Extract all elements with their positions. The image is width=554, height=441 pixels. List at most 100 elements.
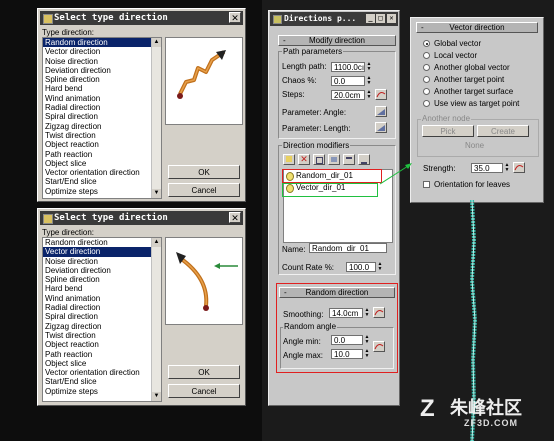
length-path-field[interactable]: 1100.0cı: [331, 62, 365, 72]
vector-option-radio[interactable]: [423, 76, 430, 83]
paste-modifier-button[interactable]: [328, 154, 340, 165]
type-direction-item[interactable]: Zigzag direction: [43, 322, 161, 331]
type-direction-item[interactable]: Start/End slice: [43, 377, 161, 386]
steps-curve-button[interactable]: [375, 89, 387, 100]
type-direction-item[interactable]: Object slice: [43, 359, 161, 368]
angle-max-spinner-icon[interactable]: ▲ ▼: [364, 349, 370, 359]
type-direction-item[interactable]: Random direction: [43, 38, 161, 48]
angle-graph-button[interactable]: [375, 106, 387, 117]
steps-spinner-icon[interactable]: ▲ ▼: [366, 90, 372, 100]
length-spinner-icon[interactable]: ▲ ▼: [366, 62, 372, 72]
vector-option-radio[interactable]: [423, 52, 430, 59]
dialog-1-titlebar[interactable]: Select type direction ✕: [40, 11, 243, 25]
type-direction-item[interactable]: Path reaction: [43, 350, 161, 359]
vector-option-label: Global vector: [434, 39, 482, 48]
scroll-down-arrow-icon[interactable]: ▼: [152, 392, 161, 401]
type-direction-item[interactable]: Spline direction: [43, 275, 161, 284]
move-down-button[interactable]: [358, 154, 370, 165]
random-direction-rollout[interactable]: - Random direction: [279, 287, 395, 298]
angle-max-field[interactable]: 10.0: [331, 349, 363, 359]
type-direction-list[interactable]: Random direction Vector direction Noise di…: [42, 237, 162, 402]
list-scrollbar[interactable]: ▲ ▼: [151, 38, 161, 198]
type-direction-item[interactable]: Optimize steps: [43, 387, 161, 396]
close-button[interactable]: ✕: [229, 12, 241, 23]
angle-min-spinner-icon[interactable]: ▲ ▼: [364, 335, 370, 345]
strength-field[interactable]: 35.0: [471, 163, 503, 173]
directions-titlebar[interactable]: Directions p... _ □ ✕: [270, 12, 398, 26]
smoothing-spinner-icon[interactable]: ▲ ▼: [364, 308, 370, 318]
strength-curve-button[interactable]: [513, 162, 525, 173]
vector-option-radio[interactable]: [423, 88, 430, 95]
type-direction-item[interactable]: Object slice: [43, 159, 161, 168]
length-graph-button[interactable]: [375, 122, 387, 133]
scroll-up-arrow-icon[interactable]: ▲: [152, 238, 161, 247]
count-rate-spinner-icon[interactable]: ▲ ▼: [377, 262, 383, 272]
type-direction-item[interactable]: Wind animation: [43, 294, 161, 303]
close-button[interactable]: ✕: [229, 212, 241, 223]
type-direction-item[interactable]: Noise direction: [43, 257, 161, 266]
angle-min-field[interactable]: 0.0: [331, 335, 363, 345]
rollout-title: Random direction: [305, 288, 369, 297]
none-label: None: [465, 141, 485, 150]
directions-title: Directions p...: [284, 14, 357, 23]
type-direction-item[interactable]: Deviation direction: [43, 66, 161, 75]
maximize-icon[interactable]: □: [376, 14, 385, 23]
type-direction-item[interactable]: Spiral direction: [43, 112, 161, 121]
create-button[interactable]: Create: [477, 125, 529, 137]
type-direction-item[interactable]: Vector orientation direction: [43, 368, 161, 377]
type-direction-item[interactable]: Hard bend: [43, 284, 161, 293]
type-direction-item[interactable]: Optimize steps: [43, 187, 161, 196]
type-direction-item[interactable]: Object reaction: [43, 340, 161, 349]
type-direction-item[interactable]: Wind animation: [43, 94, 161, 103]
modify-direction-rollout[interactable]: - Modify direction: [278, 35, 396, 46]
vector-direction-rollout[interactable]: - Vector direction: [416, 22, 538, 33]
cancel-button[interactable]: Cancel: [168, 384, 240, 398]
steps-field[interactable]: 20.0cm: [331, 90, 365, 100]
chaos-field[interactable]: 0.0: [331, 76, 365, 86]
type-direction-item[interactable]: Radial direction: [43, 303, 161, 312]
type-direction-item[interactable]: Random direction: [43, 238, 161, 247]
type-direction-item[interactable]: Noise direction: [43, 57, 161, 66]
scroll-up-arrow-icon[interactable]: ▲: [152, 38, 161, 47]
vector-option-radio[interactable]: [423, 40, 430, 47]
type-direction-item[interactable]: Vector direction: [43, 247, 161, 257]
copy-modifier-button[interactable]: [313, 154, 325, 165]
type-direction-item[interactable]: Twist direction: [43, 331, 161, 340]
minimize-icon[interactable]: _: [366, 14, 375, 23]
vector-option-radio[interactable]: [423, 64, 430, 71]
angle-curve-button[interactable]: [373, 341, 385, 352]
ok-button[interactable]: OK: [168, 165, 240, 179]
type-direction-item[interactable]: Zigzag direction: [43, 122, 161, 131]
type-direction-item[interactable]: Vector orientation direction: [43, 168, 161, 177]
list-scrollbar[interactable]: ▲ ▼: [151, 238, 161, 401]
highlight-vector-modifier: [282, 183, 378, 197]
type-direction-item[interactable]: Start/End slice: [43, 177, 161, 186]
type-direction-item[interactable]: Radial direction: [43, 103, 161, 112]
type-direction-item[interactable]: Hard bend: [43, 84, 161, 93]
type-direction-item[interactable]: Spiral direction: [43, 312, 161, 321]
cancel-button[interactable]: Cancel: [168, 183, 240, 197]
dialog-2-titlebar[interactable]: Select type direction ✕: [40, 211, 243, 225]
scroll-down-arrow-icon[interactable]: ▼: [152, 189, 161, 198]
close-icon[interactable]: ✕: [387, 14, 396, 23]
ok-button[interactable]: OK: [168, 365, 240, 379]
strength-spinner-icon[interactable]: ▲ ▼: [504, 163, 510, 173]
type-direction-item[interactable]: Object reaction: [43, 140, 161, 149]
name-field[interactable]: Random_dir_01: [309, 243, 387, 253]
type-direction-list[interactable]: Random direction Vector direction Noise di…: [42, 37, 162, 199]
smoothing-curve-button[interactable]: [373, 307, 385, 318]
smoothing-field[interactable]: 14.0cm: [329, 308, 363, 318]
type-direction-item[interactable]: Deviation direction: [43, 266, 161, 275]
new-modifier-button[interactable]: [283, 154, 295, 165]
count-rate-field[interactable]: 100.0: [346, 262, 376, 272]
delete-modifier-button[interactable]: ✕: [298, 154, 310, 165]
type-direction-item[interactable]: Vector direction: [43, 47, 161, 56]
vector-option-radio[interactable]: [423, 100, 430, 107]
type-direction-item[interactable]: Twist direction: [43, 131, 161, 140]
chaos-spinner-icon[interactable]: ▲ ▼: [366, 76, 372, 86]
move-up-button[interactable]: [343, 154, 355, 165]
orientation-checkbox[interactable]: [423, 181, 430, 188]
pick-button[interactable]: Pick: [422, 125, 474, 137]
type-direction-item[interactable]: Path reaction: [43, 150, 161, 159]
type-direction-item[interactable]: Spline direction: [43, 75, 161, 84]
